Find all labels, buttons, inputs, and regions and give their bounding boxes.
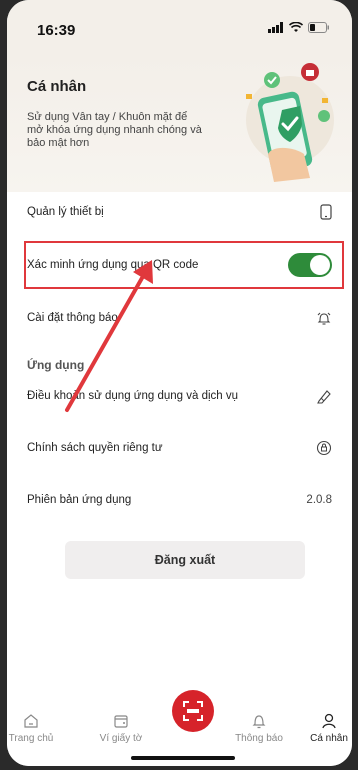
home-indicator [131,756,235,760]
home-icon [24,714,38,728]
device-management-label: Quản lý thiết bị [27,206,104,218]
device-management-row[interactable]: Quản lý thiết bị [7,190,352,234]
notification-settings-row[interactable]: Cài đặt thông báo [7,296,352,340]
tab-home-label: Trang chủ [8,733,54,744]
document-pen-icon [317,390,331,404]
app-version-row: Phiên bản ứng dụng 2.0.8 [7,478,352,522]
page-title: Cá nhân [27,78,87,95]
tab-profile[interactable]: Cá nhân [305,712,352,744]
tab-profile-label: Cá nhân [310,733,348,744]
logout-button[interactable]: Đăng xuất [65,541,305,579]
wifi-icon [289,22,303,32]
privacy-badge-icon [316,440,332,456]
tab-notifications[interactable]: Thông báo [229,712,289,744]
wallet-icon [114,715,128,728]
tab-wallet[interactable]: Ví giấy tờ [87,712,155,744]
phone-screen: 16:39 Cá nhân Sử dụng Vân tay / Khuôn mặ… [7,0,352,766]
phone-device-icon [320,204,332,220]
status-bar: 16:39 [7,0,352,56]
tab-notifications-label: Thông báo [235,733,283,744]
bell-icon [252,715,266,729]
app-version-label: Phiên bản ứng dụng [27,494,132,506]
profile-header: Cá nhân Sử dụng Vân tay / Khuôn mặt để m… [7,56,352,192]
app-version-value: 2.0.8 [306,494,332,506]
qr-scan-icon [183,701,203,721]
signal-icon [268,22,283,33]
battery-icon [308,22,329,33]
app-section-title: Ứng dụng [27,358,85,372]
user-icon [322,713,336,729]
qr-scan-button[interactable] [172,690,214,732]
terms-label: Điều khoản sử dụng ứng dụng và dịch vụ [27,390,239,402]
terms-row[interactable]: Điều khoản sử dụng ứng dụng và dịch vụ [7,374,352,418]
tab-home[interactable]: Trang chủ [7,712,55,744]
notification-settings-label: Cài đặt thông báo [27,312,118,324]
annotation-highlight-box [24,241,344,289]
security-shield-illustration [246,63,334,182]
tab-wallet-label: Ví giấy tờ [99,733,143,744]
privacy-policy-label: Chính sách quyền riêng tư [27,442,163,454]
biometric-description[interactable]: Sử dụng Vân tay / Khuôn mặt để mở khóa ứ… [27,111,202,150]
status-time: 16:39 [37,22,76,39]
privacy-policy-row[interactable]: Chính sách quyền riêng tư [7,426,352,470]
alarm-bell-icon [317,312,331,325]
status-icons [268,22,330,33]
